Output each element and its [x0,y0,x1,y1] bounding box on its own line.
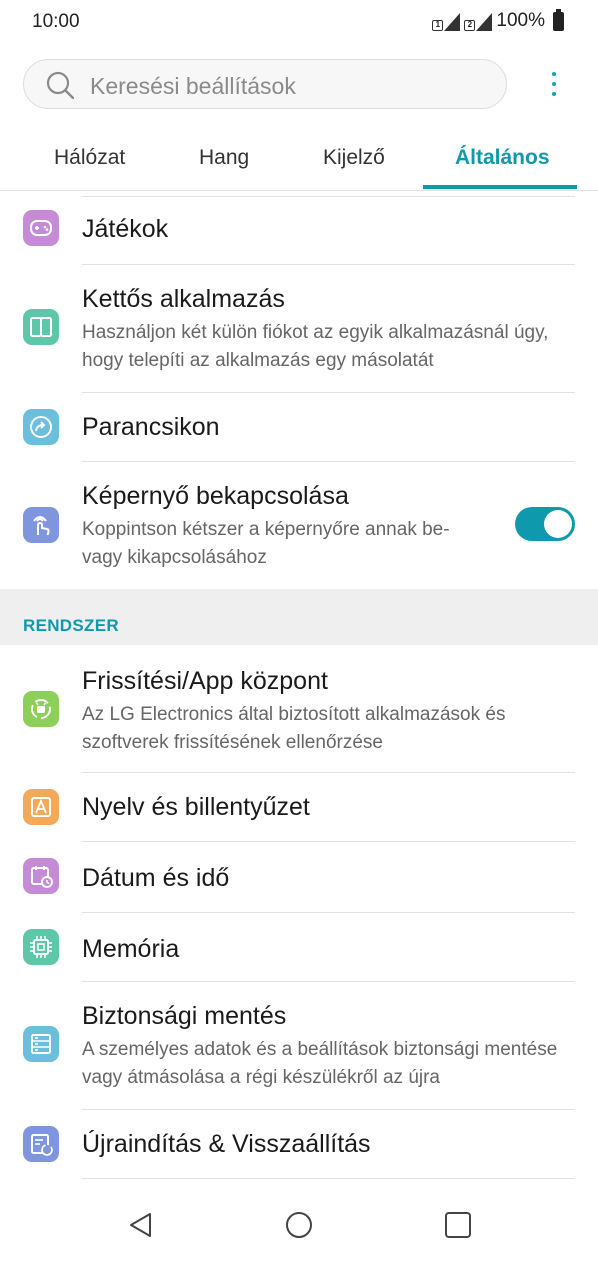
item-title: Képernyő bekapcsolása [82,482,349,510]
list-item-shortcuts[interactable]: Parancsikon [0,393,598,461]
tab-bar: Hálózat Hang Kijelző Általános [0,128,598,191]
signal-sim1-icon: 1 [432,11,461,31]
status-time: 10:00 [32,11,80,32]
item-title: Frissítési/App központ [82,667,328,695]
divider [82,196,575,197]
screen-on-toggle[interactable] [515,507,575,541]
list-item-dual-app[interactable]: Kettős alkalmazás Használjon két külön f… [0,265,598,392]
section-label: RENDSZER [23,616,119,635]
signal-sim2-icon: 2 [464,11,493,31]
back-icon[interactable] [126,1210,156,1240]
battery-icon [553,8,564,31]
search-input[interactable]: Keresési beállítások [90,73,296,100]
tab-sound[interactable]: Hang [199,146,249,170]
item-title: Memória [82,935,180,963]
active-tab-indicator [423,185,577,189]
recents-icon[interactable] [443,1210,473,1240]
search-icon [46,71,74,99]
list-item-screen-on[interactable]: Képernyő bekapcsolása Koppintson kétszer… [0,462,598,589]
tab-display[interactable]: Kijelző [323,146,385,170]
list-item-memory[interactable]: Memória [0,913,598,981]
gamepad-icon [23,210,59,246]
list-item-backup[interactable]: Biztonsági mentés A személyes adatok és … [0,982,598,1109]
item-title: Parancsikon [82,413,220,441]
item-description: Koppintson kétszer a képernyőre annak be… [82,519,450,568]
chip-icon [23,929,59,965]
item-title: Kettős alkalmazás [82,285,285,313]
navigation-bar [0,1186,598,1262]
knock-icon [23,507,59,543]
search-bar[interactable]: Keresési beállítások [23,59,507,109]
item-description: A személyes adatok és a beállítások bizt… [82,1039,558,1088]
battery-percent: 100% [496,10,545,31]
list-item-reset[interactable]: Újraindítás & Visszaállítás [0,1110,598,1178]
divider [82,1178,575,1179]
tab-network[interactable]: Hálózat [54,146,125,170]
list-item-update-center[interactable]: Frissítési/App központ Az LG Electronics… [0,645,598,772]
toggle-knob [544,510,572,538]
dual-app-icon [23,309,59,345]
item-title: Újraindítás & Visszaállítás [82,1130,371,1158]
reset-icon [23,1126,59,1162]
update-center-icon [23,691,59,727]
item-title: Dátum és idő [82,864,230,892]
section-header-system: RENDSZER [0,589,598,645]
tab-general[interactable]: Általános [455,146,550,170]
backup-icon [23,1026,59,1062]
item-description: Használjon két külön fiókot az egyik alk… [82,322,549,371]
item-title: Nyelv és billentyűzet [82,793,310,821]
list-item-date-time[interactable]: Dátum és idő [0,842,598,912]
list-item-language[interactable]: Nyelv és billentyűzet [0,773,598,841]
language-icon [23,789,59,825]
shortcut-icon [23,409,59,445]
calendar-clock-icon [23,858,59,894]
status-bar: 10:00 1 2 100% [0,0,598,46]
list-item-games[interactable]: Játékok [0,198,598,264]
home-icon[interactable] [284,1210,314,1240]
status-indicators: 1 2 100% [432,8,564,32]
more-options-icon[interactable] [542,68,566,100]
item-title: Játékok [82,215,169,243]
item-description: Az LG Electronics által biztosított alka… [82,704,506,753]
item-title: Biztonsági mentés [82,1002,287,1030]
